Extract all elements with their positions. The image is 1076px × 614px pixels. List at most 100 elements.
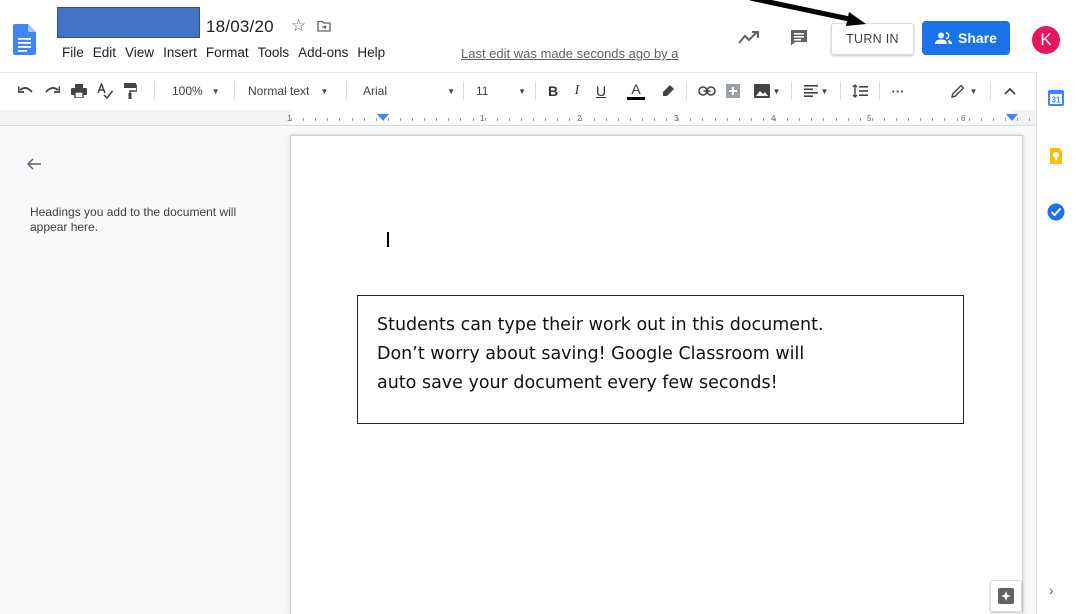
chevron-down-icon: ▼ [447,86,455,96]
spellcheck-button[interactable] [96,81,114,101]
font-size-select[interactable]: 11 ▼ [476,81,526,101]
ruler-tick [606,118,607,121]
print-button[interactable] [70,81,88,101]
ruler-tick [884,118,885,121]
menu-help[interactable]: Help [357,45,385,63]
left-indent-marker[interactable] [377,114,389,121]
ruler-tick [969,118,970,121]
ruler-tick [848,118,849,121]
menu-edit[interactable]: Edit [93,45,116,63]
ruler-tick [424,118,425,121]
paint-format-button[interactable] [121,81,139,101]
comment-history-icon[interactable] [790,29,808,46]
callout-line: Don’t worry about saving! Google Classro… [377,344,805,364]
ruler-tick [642,118,643,121]
ruler-tick [666,118,667,121]
ruler-tick [339,118,340,121]
ruler-tick [896,118,897,121]
font-select[interactable]: Arial ▼ [363,81,455,101]
menu-view[interactable]: View [125,45,154,63]
google-docs-logo[interactable] [13,24,36,55]
zoom-select[interactable]: 100% ▼ [172,81,227,101]
calendar-date: 31 [1052,96,1061,105]
font-size-value: 11 [476,84,489,98]
tasks-icon[interactable] [1046,202,1066,222]
arrow-back-icon[interactable] [26,156,42,172]
toolbar-separator [791,82,792,100]
insert-link-button[interactable] [697,81,717,101]
ruler-tick [594,118,595,121]
menu-insert[interactable]: Insert [163,45,197,63]
document-title[interactable]: 18/03/20 [206,17,274,37]
last-edit-link[interactable]: Last edit was made seconds ago by a [461,46,679,61]
redo-button[interactable] [43,81,61,101]
keep-icon[interactable] [1046,146,1066,166]
chevron-down-icon: ▼ [820,86,829,96]
ruler-tick [860,118,861,121]
ruler-tick [690,118,691,121]
underline-button[interactable]: U [594,81,608,101]
expand-side-panel-icon[interactable]: › [1049,582,1054,598]
ruler-tick [1029,118,1030,121]
callout-line: auto save your document every few second… [377,373,778,393]
undo-button[interactable] [17,81,35,101]
highlight-button[interactable] [660,81,676,101]
ruler-tick [787,118,788,121]
ruler-tick [751,118,752,121]
ruler-tick [327,118,328,121]
menu-addons[interactable]: Add-ons [298,45,348,63]
ruler-tick [618,118,619,121]
ruler-tick [315,118,316,121]
explore-button[interactable] [990,580,1022,612]
menu-bar: File Edit View Insert Format Tools Add-o… [62,45,394,63]
ruler-tick [460,118,461,121]
activity-dashboard-icon[interactable] [737,29,761,45]
pencil-icon [950,84,964,98]
move-to-folder-icon[interactable] [317,20,331,32]
chevron-down-icon: ▼ [211,86,220,96]
ruler-tick [993,118,994,121]
ruler-tick [763,118,764,121]
ruler-tick [485,118,486,121]
ruler-tick [739,118,740,121]
right-indent-marker[interactable] [1006,114,1018,121]
account-avatar[interactable]: K [1032,26,1060,54]
editing-mode-button[interactable]: ▼ [948,81,980,101]
star-icon[interactable]: ☆ [291,17,306,34]
spellcheck-icon [97,83,113,99]
ruler-tick [957,118,958,121]
ruler-tick [545,118,546,121]
ruler-tick [715,118,716,121]
paragraph-style-select[interactable]: Normal text ▼ [248,81,338,101]
docs-header: 18/03/20 ☆ File Edit View Insert Format … [0,0,1076,72]
insert-image-button[interactable]: ▼ [752,81,782,101]
align-left-icon [803,85,818,97]
ruler-tick [352,118,353,121]
bold-button[interactable]: B [546,81,560,101]
ruler-tick [509,118,510,121]
chevron-down-icon: ▼ [320,86,329,96]
toolbar-separator [686,82,687,100]
add-comment-icon [726,84,740,98]
toolbar-separator [154,82,155,100]
hide-menus-button[interactable] [1001,81,1019,101]
ruler-tick [932,118,933,121]
toolbar-separator [535,82,536,100]
ruler-tick [400,118,401,121]
line-spacing-button[interactable] [850,81,870,101]
text-color-button[interactable]: A [626,81,646,101]
align-button[interactable]: ▼ [801,81,831,101]
menu-file[interactable]: File [62,45,84,63]
italic-button[interactable]: I [570,81,584,101]
menu-tools[interactable]: Tools [258,45,290,63]
more-options-button[interactable]: ··· [888,81,908,101]
ruler-tick [702,118,703,121]
toolbar-separator [346,82,347,100]
share-button[interactable]: Share [922,21,1010,55]
ruler-tick [521,118,522,121]
explore-icon [998,588,1014,604]
ruler-tick [678,118,679,121]
menu-format[interactable]: Format [206,45,249,63]
insert-comment-button[interactable] [725,81,741,101]
calendar-icon[interactable]: 31 [1046,88,1066,108]
